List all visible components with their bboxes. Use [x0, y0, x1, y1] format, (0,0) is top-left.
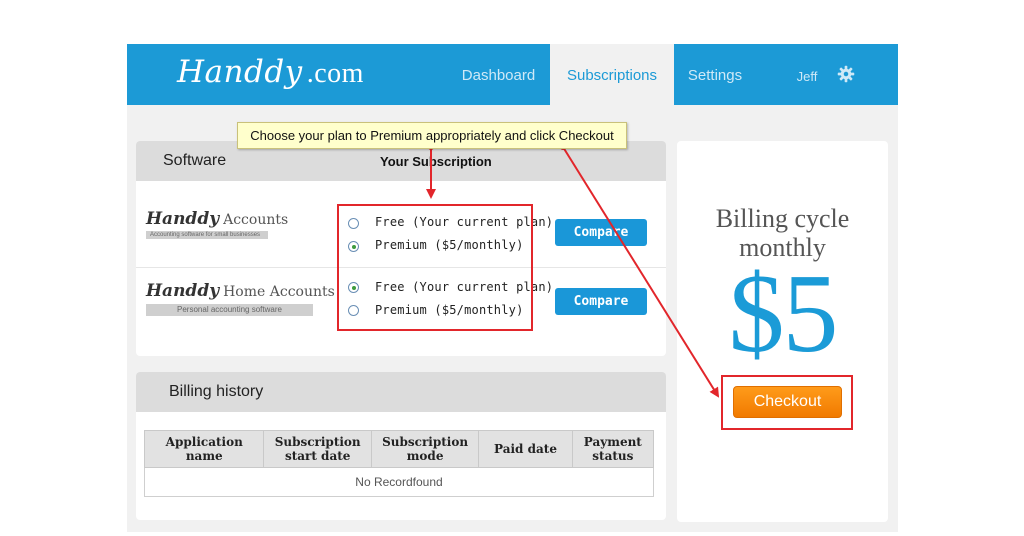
annotation-arrows [426, 144, 720, 398]
instruction-tooltip: Choose your plan to Premium appropriatel… [237, 122, 627, 149]
arrow-to-checkout [562, 146, 720, 398]
